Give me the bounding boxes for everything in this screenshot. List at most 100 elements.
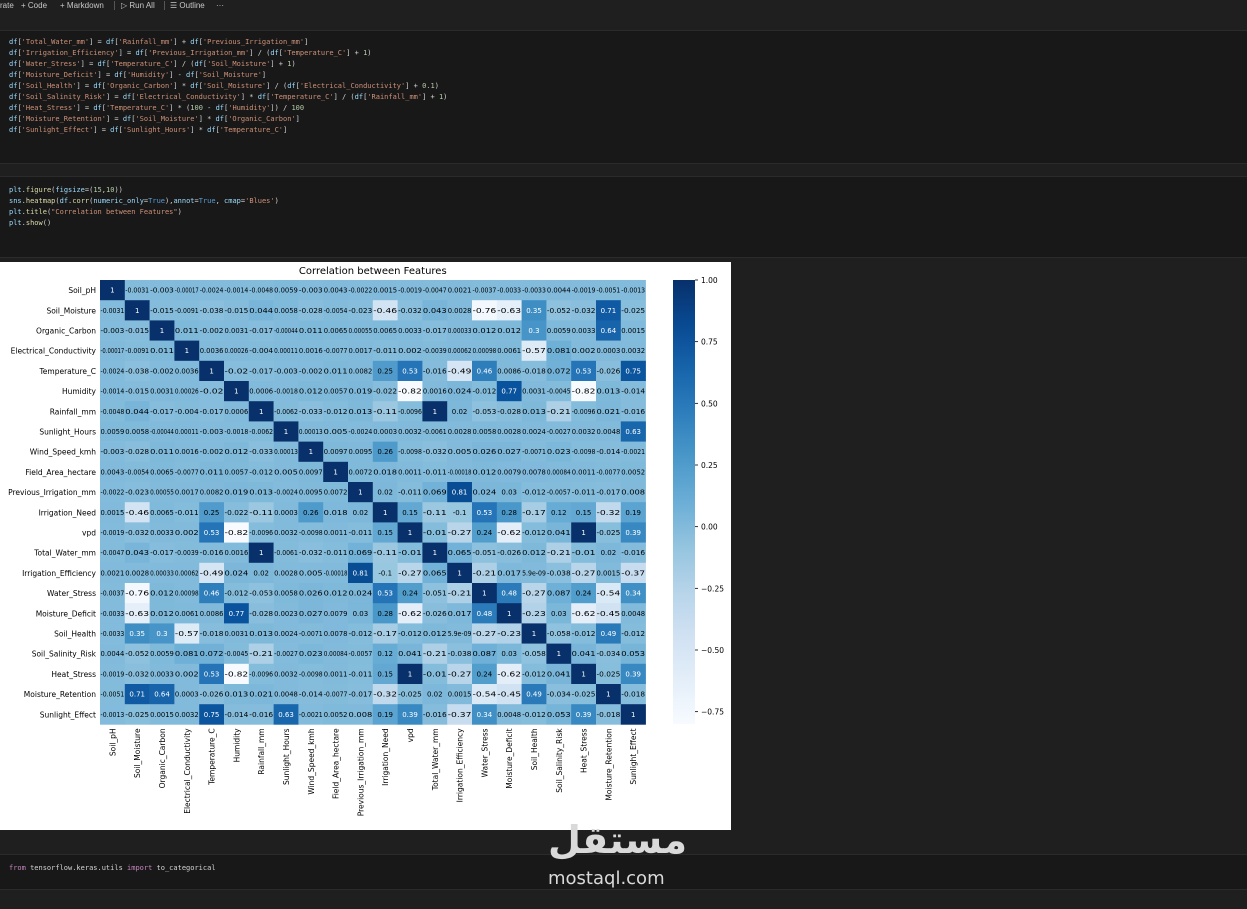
cell-annotation: -0.0024 bbox=[101, 367, 125, 375]
cell-annotation: -0.025 bbox=[597, 670, 621, 678]
cell-annotation: -0.37 bbox=[621, 569, 645, 577]
cell-annotation: -0.0057 bbox=[547, 489, 571, 497]
cell-annotation: -0.012 bbox=[572, 630, 596, 638]
cell-annotation: -0.017 bbox=[349, 691, 373, 699]
cell-annotation: -0.028 bbox=[125, 448, 149, 456]
cell-annotation: -0.0033 bbox=[101, 630, 125, 638]
cell-annotation: -0.0048 bbox=[101, 408, 125, 416]
cell-annotation: -0.0047 bbox=[101, 549, 125, 557]
cell-annotation: 0.0023 bbox=[274, 610, 298, 618]
code-editor[interactable]: from tensorflow.keras.utils import to_ca… bbox=[9, 863, 216, 874]
cell-annotation: 0.48 bbox=[477, 610, 493, 618]
cell-annotation: 1 bbox=[581, 670, 585, 678]
x-tick-label: Soil_Health bbox=[530, 728, 539, 770]
cell-annotation: 0.0058 bbox=[125, 428, 149, 436]
code-editor[interactable]: df['Total_Water_mm'] = df['Rainfall_mm']… bbox=[9, 37, 447, 136]
cell-annotation: 0.002 bbox=[175, 670, 199, 678]
cell-annotation: 0.013 bbox=[597, 388, 621, 396]
x-tick-label: Irrigation_Need bbox=[381, 728, 390, 786]
cell-annotation: 0.0078 bbox=[522, 468, 546, 476]
cell-annotation: -0.053 bbox=[473, 408, 497, 416]
cell-annotation: 0.0032 bbox=[175, 711, 199, 719]
cell-annotation: 0.02 bbox=[601, 549, 617, 557]
cell-annotation: 1 bbox=[581, 529, 585, 537]
cell-annotation: 0.011 bbox=[150, 448, 174, 456]
cell-annotation: 0.0006 bbox=[225, 408, 249, 416]
cell-annotation: -0.0033 bbox=[101, 610, 125, 618]
cell-annotation: 1 bbox=[433, 408, 437, 416]
cell-annotation: 0.0016 bbox=[423, 388, 447, 396]
add-code-label: Code bbox=[27, 1, 48, 10]
cell-annotation: -0.0096 bbox=[249, 670, 273, 678]
code-line: df['Total_Water_mm'] = df['Rainfall_mm']… bbox=[9, 38, 309, 46]
x-tick-label: vpd bbox=[406, 728, 415, 742]
cell-annotation: 0.0032 bbox=[572, 428, 596, 436]
cell-annotation: -0.0024 bbox=[200, 287, 224, 295]
cell-annotation: -0.45 bbox=[597, 610, 621, 618]
code-line: df['Soil_Salinity_Risk'] = df['Electrica… bbox=[9, 93, 448, 101]
y-tick-label: Soil_pH bbox=[68, 286, 96, 295]
outline-button[interactable]: ☰ Outline bbox=[170, 1, 205, 10]
cell-annotation: 0.53 bbox=[204, 670, 220, 678]
cell-annotation: -0.00017 bbox=[101, 347, 125, 355]
cell-annotation: -0.0096 bbox=[572, 408, 596, 416]
cell-annotation: 0.0058 bbox=[274, 307, 298, 315]
cell-annotation: -0.0061 bbox=[274, 549, 298, 557]
cell-annotation: -0.0061 bbox=[423, 428, 447, 436]
cell-annotation: -0.017 bbox=[200, 408, 224, 416]
cell-annotation: 0.0028 bbox=[497, 428, 521, 436]
cell-annotation: 0.19 bbox=[377, 711, 393, 719]
generate-button[interactable]: rate bbox=[0, 1, 14, 10]
cell-annotation: -0.026 bbox=[200, 691, 224, 699]
x-tick-label: Soil_Moisture bbox=[133, 728, 142, 778]
cell-annotation: 0.065 bbox=[423, 569, 447, 577]
cell-annotation: 0.0059 bbox=[101, 428, 125, 436]
cell-annotation: -0.017 bbox=[597, 489, 621, 497]
code-cell-features[interactable]: df['Total_Water_mm'] = df['Rainfall_mm']… bbox=[0, 30, 1247, 164]
cell-annotation: 0.011 bbox=[324, 367, 348, 375]
cell-annotation: 0.00084 bbox=[324, 650, 348, 658]
cell-annotation: 0.0086 bbox=[200, 610, 224, 618]
cell-annotation: -0.0045 bbox=[547, 388, 571, 396]
code-line: df['Moisture_Retention'] = df['Soil_Mois… bbox=[9, 115, 300, 123]
chart-title: Correlation between Features bbox=[299, 266, 447, 277]
cell-annotation: 0.00055 bbox=[349, 327, 373, 335]
cell-annotation: -0.0013 bbox=[621, 287, 645, 295]
run-all-button[interactable]: ▷ Run All bbox=[121, 1, 155, 10]
cell-annotation: 0.24 bbox=[576, 590, 592, 598]
add-code-button[interactable]: + Code bbox=[21, 1, 47, 10]
cell-annotation: -0.17 bbox=[522, 509, 546, 517]
cell-annotation: -0.0019 bbox=[101, 529, 125, 537]
more-actions-button[interactable]: ··· bbox=[216, 1, 224, 10]
cell-annotation: 0.0059 bbox=[274, 287, 298, 295]
cell-annotation: 0.0015 bbox=[101, 509, 125, 517]
cell-annotation: 0.0044 bbox=[547, 287, 571, 295]
cell-annotation: 0.0033 bbox=[572, 327, 596, 335]
cell-annotation: -0.017 bbox=[150, 549, 174, 557]
cell-annotation: -0.62 bbox=[497, 670, 521, 678]
code-cell-heatmap[interactable]: plt.figure(figsize=(15,10)) sns.heatmap(d… bbox=[0, 176, 1247, 258]
cell-annotation: 0.0032 bbox=[621, 347, 645, 355]
cell-annotation: 0.013 bbox=[225, 691, 249, 699]
add-markdown-button[interactable]: + Markdown bbox=[60, 1, 104, 10]
cell-annotation: -0.0057 bbox=[349, 650, 373, 658]
cell-annotation: -0.0071 bbox=[522, 448, 546, 456]
cell-annotation: 0.02 bbox=[353, 509, 369, 517]
cell-annotation: 0.53 bbox=[377, 590, 393, 598]
cell-annotation: -0.052 bbox=[125, 650, 149, 658]
cell-annotation: 0.0036 bbox=[175, 367, 199, 375]
cell-annotation: -0.32 bbox=[597, 509, 621, 517]
watermark-latin: mostaql.com bbox=[548, 868, 665, 889]
cell-annotation: 0.48 bbox=[501, 590, 517, 598]
cell-annotation: -0.016 bbox=[621, 549, 645, 557]
cell-annotation: -0.0014 bbox=[225, 287, 249, 295]
cell-annotation: 0.00013 bbox=[299, 428, 323, 436]
cell-annotation: -0.57 bbox=[175, 630, 199, 638]
cell-annotation: -0.032 bbox=[299, 549, 323, 557]
cell-annotation: 0.002 bbox=[398, 347, 422, 355]
cell-annotation: 0.0028 bbox=[125, 569, 149, 577]
code-editor[interactable]: plt.figure(figsize=(15,10)) sns.heatmap(d… bbox=[9, 185, 279, 229]
cell-annotation: 0.35 bbox=[129, 630, 145, 638]
cell-annotation: 1 bbox=[557, 650, 561, 658]
cell-annotation: -0.0077 bbox=[324, 347, 348, 355]
